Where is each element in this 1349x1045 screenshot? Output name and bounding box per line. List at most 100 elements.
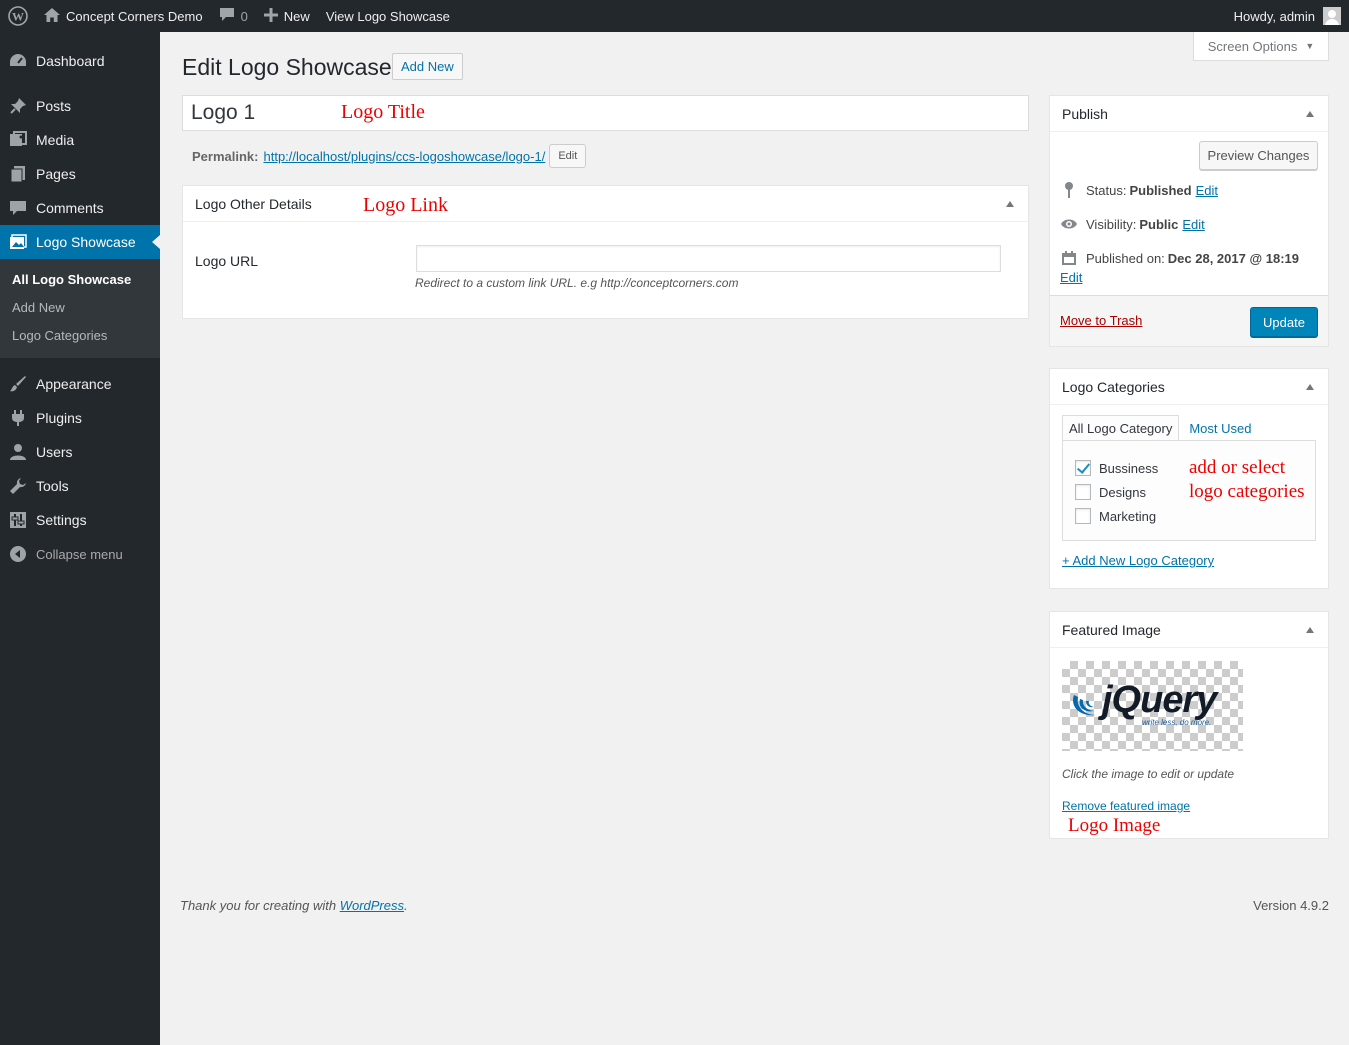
admin-bar: W Concept Corners Demo 0 New View Logo S… <box>0 0 1349 32</box>
toggle-arrow-icon[interactable] <box>1306 111 1314 117</box>
category-checkbox[interactable] <box>1075 484 1091 500</box>
collapse-menu-button[interactable]: Collapse menu <box>0 537 160 571</box>
move-to-trash-link[interactable]: Move to Trash <box>1060 313 1142 328</box>
brush-icon <box>8 374 28 394</box>
tab-most-used[interactable]: Most Used <box>1179 415 1257 441</box>
logo-url-input[interactable] <box>416 245 1001 272</box>
visibility-row: Visibility: Public Edit <box>1060 215 1205 233</box>
menu-settings[interactable]: Settings <box>0 503 160 537</box>
menu-tools[interactable]: Tools <box>0 469 160 503</box>
submenu-add-new[interactable]: Add New <box>0 294 160 322</box>
submenu-all-logo-showcase[interactable]: All Logo Showcase <box>0 266 160 294</box>
category-item[interactable]: Marketing <box>1075 508 1156 524</box>
submenu-logo-categories[interactable]: Logo Categories <box>0 322 160 350</box>
menu-appearance[interactable]: Appearance <box>0 367 160 401</box>
collapse-label: Collapse menu <box>36 546 123 562</box>
dashboard-icon <box>8 51 28 71</box>
tab-all-logo-category[interactable]: All Logo Category <box>1062 415 1180 441</box>
published-on-value: Dec 28, 2017 @ 18:19 <box>1167 250 1299 266</box>
media-icon <box>8 130 28 150</box>
comments-link[interactable]: 0 <box>211 0 256 32</box>
site-name-link[interactable]: Concept Corners Demo <box>36 0 211 32</box>
menu-label: Tools <box>36 478 69 494</box>
permalink-url[interactable]: http://localhost/plugins/ccs-logoshowcas… <box>263 149 545 164</box>
pin-icon <box>8 96 28 116</box>
menu-dashboard[interactable]: Dashboard <box>0 44 160 78</box>
preview-changes-button[interactable]: Preview Changes <box>1199 141 1318 170</box>
edit-visibility-link[interactable]: Edit <box>1182 217 1204 232</box>
menu-label: Users <box>36 444 73 460</box>
update-button[interactable]: Update <box>1250 307 1318 337</box>
publish-header[interactable]: Publish <box>1050 96 1328 132</box>
edit-status-link[interactable]: Edit <box>1196 183 1218 198</box>
plus-icon <box>263 7 278 25</box>
footer-thanks-suffix: . <box>404 898 408 913</box>
settings-icon <box>8 510 28 530</box>
published-on-label: Published on: <box>1086 250 1165 266</box>
category-tabs: All Logo Category Most Used <box>1062 415 1257 441</box>
annotation-logo-image: Logo Image <box>1068 815 1161 836</box>
pages-icon <box>8 164 28 184</box>
logo-categories-header[interactable]: Logo Categories <box>1050 369 1328 405</box>
add-new-button[interactable]: Add New <box>392 53 463 80</box>
wordpress-logo-icon[interactable]: W <box>0 0 36 32</box>
menu-label: Pages <box>36 166 76 182</box>
publish-actions: Move to Trash Update <box>1050 295 1328 346</box>
category-item[interactable]: Bussiness <box>1075 460 1158 476</box>
toggle-arrow-icon[interactable] <box>1006 201 1014 207</box>
my-account[interactable]: Howdy, admin <box>1234 0 1349 32</box>
footer-thanks: Thank you for creating with WordPress. <box>180 898 408 913</box>
menu-comments[interactable]: Comments <box>0 191 160 225</box>
annotation-logo-title: Logo Title <box>341 101 425 123</box>
new-content-link[interactable]: New <box>256 0 318 32</box>
category-item[interactable]: Designs <box>1075 484 1146 500</box>
menu-label: Comments <box>36 200 104 216</box>
menu-media[interactable]: Media <box>0 123 160 157</box>
toggle-arrow-icon[interactable] <box>1306 384 1314 390</box>
featured-image-thumbnail[interactable]: jQuery write less, do more. <box>1062 661 1243 751</box>
menu-posts[interactable]: Posts <box>0 89 160 123</box>
category-checkbox[interactable] <box>1075 460 1091 476</box>
edit-date-link[interactable]: Edit <box>1060 270 1082 285</box>
toggle-arrow-icon[interactable] <box>1306 627 1314 633</box>
logo-details-box: Logo Other Details Logo Link Logo URL Re… <box>182 185 1029 319</box>
add-new-category-link[interactable]: + Add New Logo Category <box>1062 553 1214 568</box>
users-icon <box>8 442 28 462</box>
screen-options-button[interactable]: Screen Options ▼ <box>1193 32 1329 61</box>
category-label: Bussiness <box>1099 460 1159 476</box>
edit-permalink-button[interactable]: Edit <box>549 144 587 168</box>
menu-pages[interactable]: Pages <box>0 157 160 191</box>
featured-image-header[interactable]: Featured Image <box>1050 612 1328 648</box>
post-title-input[interactable]: Logo 1 Logo Title <box>182 95 1029 131</box>
featured-image-box: Featured Image jQuery write less, do mor… <box>1049 611 1329 839</box>
visibility-label: Visibility: <box>1086 216 1137 232</box>
menu-plugins[interactable]: Plugins <box>0 401 160 435</box>
publish-box: Publish Preview Changes Status: Publishe… <box>1049 95 1329 347</box>
avatar <box>1323 7 1341 25</box>
howdy-label: Howdy, admin <box>1233 8 1315 24</box>
status-row: Status: Published Edit <box>1060 181 1218 199</box>
images-icon <box>8 232 28 252</box>
wordpress-link[interactable]: WordPress <box>340 898 404 913</box>
menu-label: Media <box>36 132 75 148</box>
category-checklist: Bussiness Designs Marketing add or selec… <box>1062 440 1316 541</box>
wrench-icon <box>8 476 28 496</box>
annotation-categories-line2: logo categories <box>1189 481 1305 502</box>
comment-icon <box>219 7 235 25</box>
menu-logo-showcase[interactable]: Logo Showcase <box>0 225 160 259</box>
permalink-row: Permalink: http://localhost/plugins/ccs-… <box>192 144 587 168</box>
view-post-link[interactable]: View Logo Showcase <box>318 0 458 32</box>
annotation-logo-link: Logo Link <box>363 194 448 216</box>
logo-url-label: Logo URL <box>195 253 259 269</box>
calendar-icon <box>1060 249 1078 267</box>
remove-featured-image-link[interactable]: Remove featured image <box>1062 799 1190 813</box>
menu-label: Appearance <box>36 376 112 392</box>
eye-icon <box>1060 215 1078 233</box>
publish-title: Publish <box>1062 105 1108 122</box>
menu-users[interactable]: Users <box>0 435 160 469</box>
comments-count: 0 <box>240 8 248 24</box>
logo-details-header[interactable]: Logo Other Details Logo Link <box>183 186 1028 222</box>
logo-showcase-submenu: All Logo Showcase Add New Logo Categorie… <box>0 259 160 358</box>
admin-sidebar: Dashboard Posts Media Pages Comments Log… <box>0 32 160 1045</box>
category-checkbox[interactable] <box>1075 508 1091 524</box>
